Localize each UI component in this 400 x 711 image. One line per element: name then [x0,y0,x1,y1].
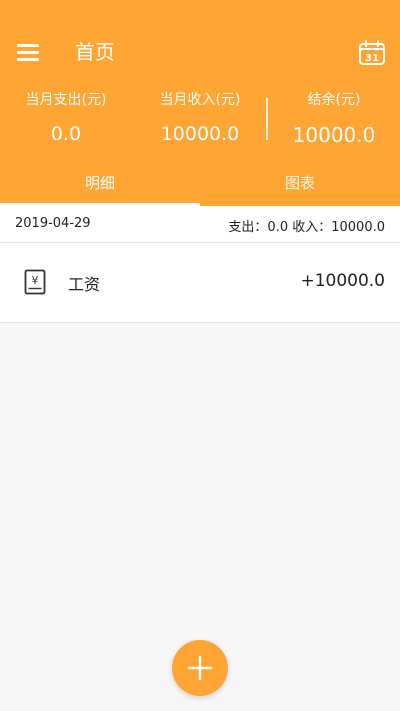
tab-bar: 明细 图表 [0,168,400,206]
balance-label: 结余(元) [307,92,361,108]
stat-income: 当月收入(元) 10000.0 [130,90,270,146]
records-list: 2019-04-29 支出：0.0 收入：10000.0 ¥ 工资 +10000… [0,206,400,323]
plus-icon [187,655,213,681]
salary-icon-symbol: ¥ [32,274,39,287]
stat-expense: 当月支出(元) 0.0 [0,90,136,146]
monthly-stats: 当月支出(元) 0.0 当月收入(元) 10000.0 结余(元) 10000.… [0,90,400,152]
top-bar: 首页 31 [0,0,400,90]
add-record-button[interactable] [172,640,228,696]
expense-value: 0.0 [50,123,82,145]
tab-chart[interactable]: 图表 [200,168,400,206]
page-title: 首页 [75,40,115,64]
income-label: 当月收入(元) [159,92,241,108]
calendar-icon[interactable]: 31 [358,39,386,67]
tab-detail[interactable]: 明细 [0,168,200,206]
app-root: 首页 31 当月支出(元) 0.0 当月收入(元) 10000.0 结余(元) … [0,0,400,711]
salary-icon: ¥ [24,269,46,295]
menu-icon[interactable] [17,44,39,62]
entry-amount: +10000.0 [300,271,385,291]
date-group-header: 2019-04-29 支出：0.0 收入：10000.0 [0,206,400,243]
entry-name: 工资 [68,275,101,294]
stat-balance: 结余(元) 10000.0 [264,90,400,147]
expense-label: 当月支出(元) [25,92,107,108]
header: 首页 31 当月支出(元) 0.0 当月收入(元) 10000.0 结余(元) … [0,0,400,206]
day-summary: 支出：0.0 收入：10000.0 [228,220,385,235]
balance-value: 10000.0 [292,123,376,147]
date-label: 2019-04-29 [15,216,91,231]
stats-divider [266,98,268,140]
list-item[interactable]: ¥ 工资 +10000.0 [0,243,400,323]
income-value: 10000.0 [160,123,240,145]
calendar-day-text: 31 [365,53,379,64]
